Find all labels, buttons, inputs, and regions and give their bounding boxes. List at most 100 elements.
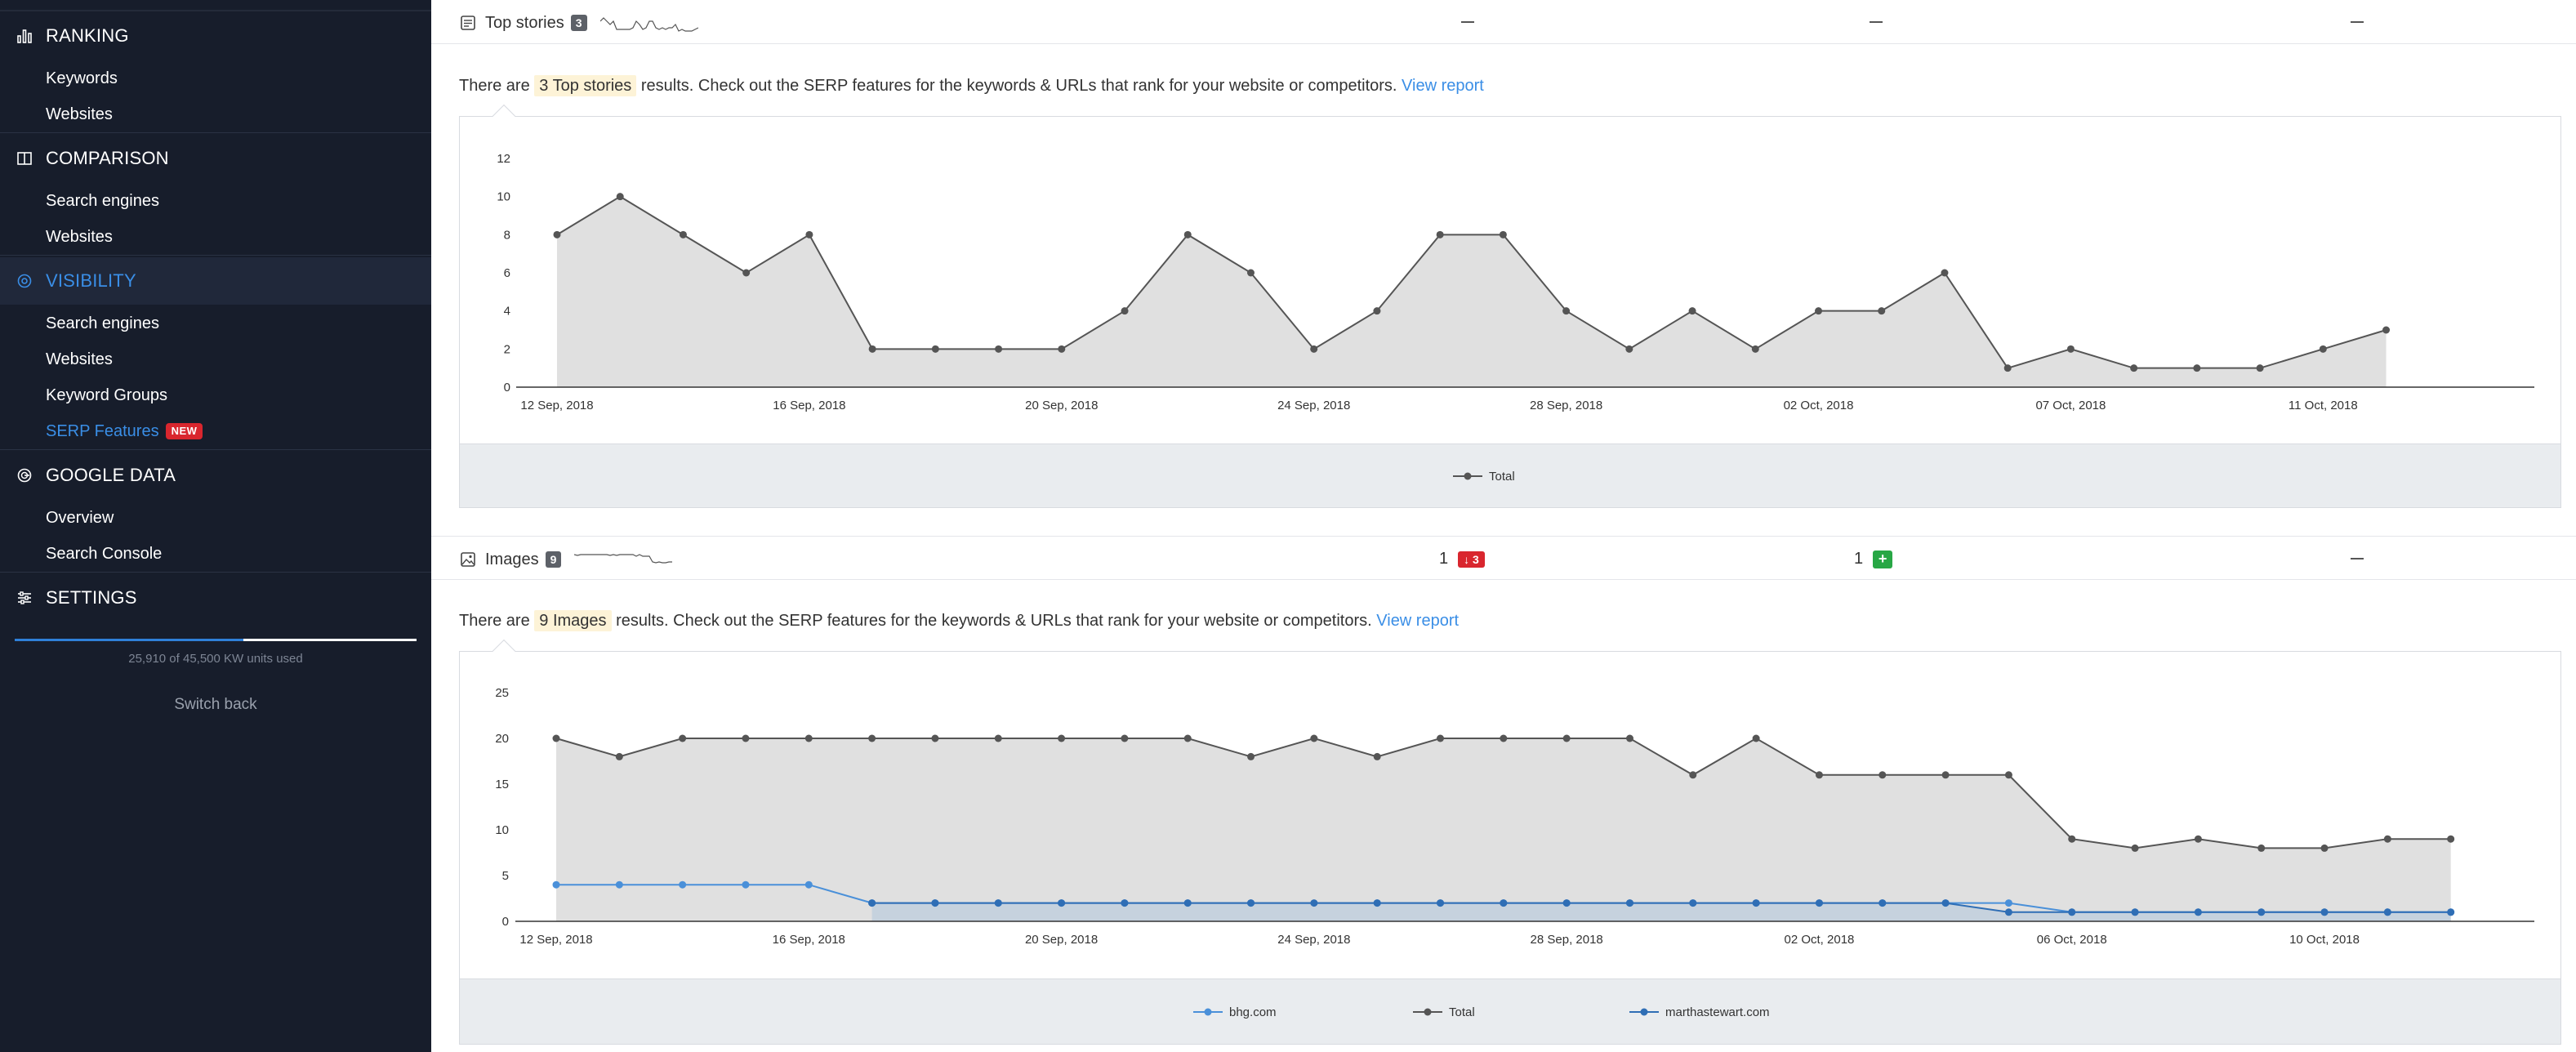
data-point[interactable] [2257, 908, 2266, 916]
data-point[interactable] [1878, 307, 1886, 315]
data-point[interactable] [2193, 364, 2201, 372]
sidebar-item-search-engines[interactable]: Search engines [46, 311, 159, 336]
legend-item[interactable]: Total [1451, 468, 1515, 484]
data-point[interactable] [1879, 899, 1887, 907]
data-point[interactable] [742, 269, 751, 277]
feature-row-images[interactable]: Images 9 1 ↓ 3 1 + [431, 536, 2576, 580]
data-point[interactable] [1373, 752, 1381, 760]
data-point[interactable] [1562, 734, 1571, 742]
data-point[interactable] [2194, 908, 2202, 916]
data-point[interactable] [931, 734, 939, 742]
data-point[interactable] [1815, 899, 1823, 907]
data-point[interactable] [804, 734, 813, 742]
data-point[interactable] [1183, 899, 1192, 907]
data-point[interactable] [1183, 230, 1192, 238]
data-point[interactable] [616, 193, 624, 201]
sidebar-section-ranking[interactable]: RANKING [0, 12, 431, 60]
data-point[interactable] [2256, 364, 2264, 372]
data-point[interactable] [1941, 899, 1950, 907]
data-point[interactable] [994, 899, 1002, 907]
data-point[interactable] [1373, 307, 1381, 315]
data-point[interactable] [1562, 899, 1571, 907]
data-point[interactable] [552, 880, 560, 889]
data-point[interactable] [804, 880, 813, 889]
data-point[interactable] [1247, 752, 1255, 760]
data-point[interactable] [2066, 345, 2075, 353]
data-point[interactable] [2068, 908, 2076, 916]
data-point[interactable] [1689, 899, 1697, 907]
data-point[interactable] [742, 734, 750, 742]
data-point[interactable] [2447, 908, 2455, 916]
data-point[interactable] [2068, 835, 2076, 843]
data-point[interactable] [2320, 844, 2329, 852]
data-point[interactable] [2131, 844, 2139, 852]
data-point[interactable] [2447, 835, 2455, 843]
data-point[interactable] [2004, 899, 2012, 907]
data-point[interactable] [1121, 307, 1129, 315]
sidebar-section-settings[interactable]: SETTINGS [0, 574, 431, 622]
data-point[interactable] [931, 899, 939, 907]
data-point[interactable] [1121, 899, 1129, 907]
data-point[interactable] [1246, 269, 1255, 277]
data-point[interactable] [1247, 899, 1255, 907]
sidebar-item-keywords[interactable]: Keywords [46, 66, 118, 91]
data-point[interactable] [1058, 734, 1066, 742]
data-point[interactable] [2257, 844, 2266, 852]
legend-item[interactable]: marthastewart.com [1628, 1004, 1770, 1020]
view-report-link[interactable]: View report [1402, 77, 1484, 95]
data-point[interactable] [1058, 345, 1066, 353]
data-point[interactable] [2004, 908, 2012, 916]
sidebar-item-websites[interactable]: Websites [46, 347, 113, 372]
data-point[interactable] [1437, 899, 1445, 907]
data-point[interactable] [679, 230, 687, 238]
legend-item[interactable]: Total [1411, 1004, 1475, 1020]
data-point[interactable] [679, 880, 687, 889]
data-point[interactable] [2130, 364, 2138, 372]
data-point[interactable] [1437, 734, 1445, 742]
data-point[interactable] [1879, 771, 1887, 779]
data-point[interactable] [1310, 345, 1318, 353]
data-point[interactable] [2383, 835, 2391, 843]
data-point[interactable] [1688, 307, 1696, 315]
sidebar-item-websites[interactable]: Websites [46, 225, 113, 249]
data-point[interactable] [994, 734, 1002, 742]
sidebar-item-websites[interactable]: Websites [46, 102, 113, 127]
data-point[interactable] [931, 345, 939, 353]
data-point[interactable] [615, 880, 623, 889]
data-point[interactable] [1562, 307, 1571, 315]
sidebar-item-overview[interactable]: Overview [46, 506, 114, 530]
sidebar-item-search-console[interactable]: Search Console [46, 542, 162, 566]
data-point[interactable] [995, 345, 1003, 353]
data-point[interactable] [2194, 835, 2202, 843]
feature-row-top-stories[interactable]: Top stories 3 [431, 0, 2576, 44]
data-point[interactable] [742, 880, 750, 889]
data-point[interactable] [2131, 908, 2139, 916]
legend-item[interactable]: bhg.com [1192, 1004, 1277, 1020]
data-point[interactable] [2383, 908, 2391, 916]
sidebar-section-comparison[interactable]: COMPARISON [0, 135, 431, 182]
data-point[interactable] [1310, 899, 1318, 907]
data-point[interactable] [2320, 908, 2329, 916]
data-point[interactable] [1500, 734, 1508, 742]
data-point[interactable] [1941, 269, 1949, 277]
data-point[interactable] [2003, 364, 2012, 372]
data-point[interactable] [1815, 307, 1823, 315]
data-point[interactable] [679, 734, 687, 742]
data-point[interactable] [2004, 771, 2012, 779]
data-point[interactable] [1499, 230, 1507, 238]
view-report-link[interactable]: View report [1376, 612, 1459, 630]
data-point[interactable] [868, 899, 876, 907]
data-point[interactable] [552, 734, 560, 742]
data-point[interactable] [2319, 345, 2327, 353]
data-point[interactable] [1625, 345, 1633, 353]
data-point[interactable] [1625, 734, 1633, 742]
data-point[interactable] [1500, 899, 1508, 907]
data-point[interactable] [1373, 899, 1381, 907]
data-point[interactable] [1310, 734, 1318, 742]
data-point[interactable] [1436, 230, 1444, 238]
data-point[interactable] [1121, 734, 1129, 742]
data-point[interactable] [2382, 326, 2391, 334]
data-point[interactable] [868, 345, 876, 353]
data-point[interactable] [553, 230, 561, 238]
sidebar-item-serp-features[interactable]: SERP Features NEW [46, 419, 203, 444]
